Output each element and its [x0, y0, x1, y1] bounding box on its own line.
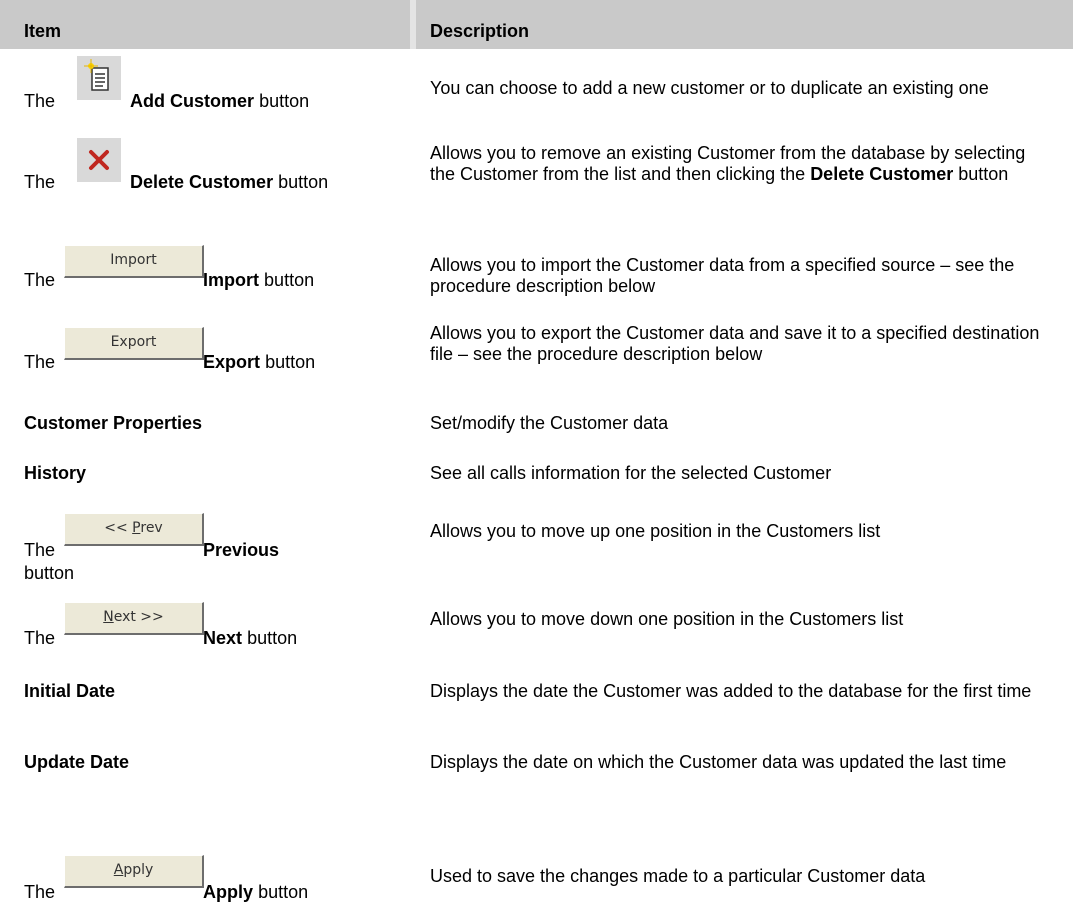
row-item-initial-date: Initial Date	[24, 681, 116, 701]
next-button-label: ext >>	[113, 609, 164, 625]
row-desc-add-customer: You can choose to add a new customer or …	[430, 78, 989, 98]
row-suffix: button	[265, 352, 316, 372]
row-item-update-date: Update Date	[24, 752, 130, 772]
desc-bold-text: Delete Customer	[810, 164, 954, 184]
header-description-cell: Description	[416, 0, 1073, 49]
row-suffix: button	[278, 172, 329, 192]
row-item-add-customer: The Add Customer button	[24, 91, 404, 112]
row-prefix: The	[24, 352, 56, 372]
row-item-previous: The Previous	[24, 540, 404, 561]
row-suffix: button	[247, 628, 298, 648]
row-bold-label: Next	[203, 628, 243, 648]
row-desc-delete-customer: Allows you to remove an existing Custome…	[430, 143, 1055, 185]
row-item-history: History	[24, 463, 87, 483]
row-suffix: button	[259, 91, 310, 111]
row-bold-label: Add Customer	[130, 91, 255, 111]
row-suffix: button	[258, 882, 309, 902]
row-item-import: The Import button	[24, 270, 404, 291]
row-suffix: button	[24, 563, 75, 583]
row-prefix: The	[24, 172, 56, 192]
row-desc-import: Allows you to import the Customer data f…	[430, 255, 1015, 296]
row-prefix: The	[24, 270, 56, 290]
desc-text: button	[953, 164, 1009, 184]
row-desc-previous: Allows you to move up one position in th…	[430, 521, 881, 541]
row-desc-export: Allows you to export the Customer data a…	[430, 323, 1040, 364]
header-description-label: Description	[430, 21, 530, 41]
row-bold-label: Delete Customer	[130, 172, 274, 192]
row-suffix: button	[264, 270, 315, 290]
row-prefix: The	[24, 91, 56, 111]
apply-button-label: A	[113, 862, 124, 878]
row-desc-initial-date: Displays the date the Customer was added…	[430, 681, 1032, 701]
row-desc-next: Allows you to move down one position in …	[430, 609, 904, 629]
previous-button-label: <<	[104, 520, 133, 536]
row-bold-label: Apply	[203, 882, 254, 902]
row-desc-apply: Used to save the changes made to a parti…	[430, 866, 926, 886]
import-button-label: Import	[110, 252, 157, 268]
row-item-apply: The Apply button	[24, 882, 404, 903]
header-item-label: Item	[24, 21, 62, 41]
row-desc-history: See all calls information for the select…	[430, 463, 832, 483]
row-prefix: The	[24, 628, 56, 648]
next-button-label: N	[103, 609, 114, 625]
row-item-delete-customer: The Delete Customer button	[24, 172, 404, 193]
previous-button-label: rev	[140, 520, 163, 536]
apply-button-label: pply	[123, 862, 154, 878]
row-bold-label: Export	[203, 352, 261, 372]
row-prefix: The	[24, 882, 56, 902]
row-prefix: The	[24, 540, 56, 560]
row-item-customer-properties: Customer Properties	[24, 413, 203, 433]
row-item-export: The Export button	[24, 352, 404, 373]
row-item-next: The Next button	[24, 628, 404, 649]
export-button-label: Export	[110, 334, 157, 350]
row-bold-label: Previous	[203, 540, 280, 560]
row-desc-customer-properties: Set/modify the Customer data	[430, 413, 669, 433]
row-desc-update-date: Displays the date on which the Customer …	[430, 752, 1007, 772]
header-item-cell: Item	[0, 0, 410, 49]
row-bold-label: Import	[203, 270, 260, 290]
